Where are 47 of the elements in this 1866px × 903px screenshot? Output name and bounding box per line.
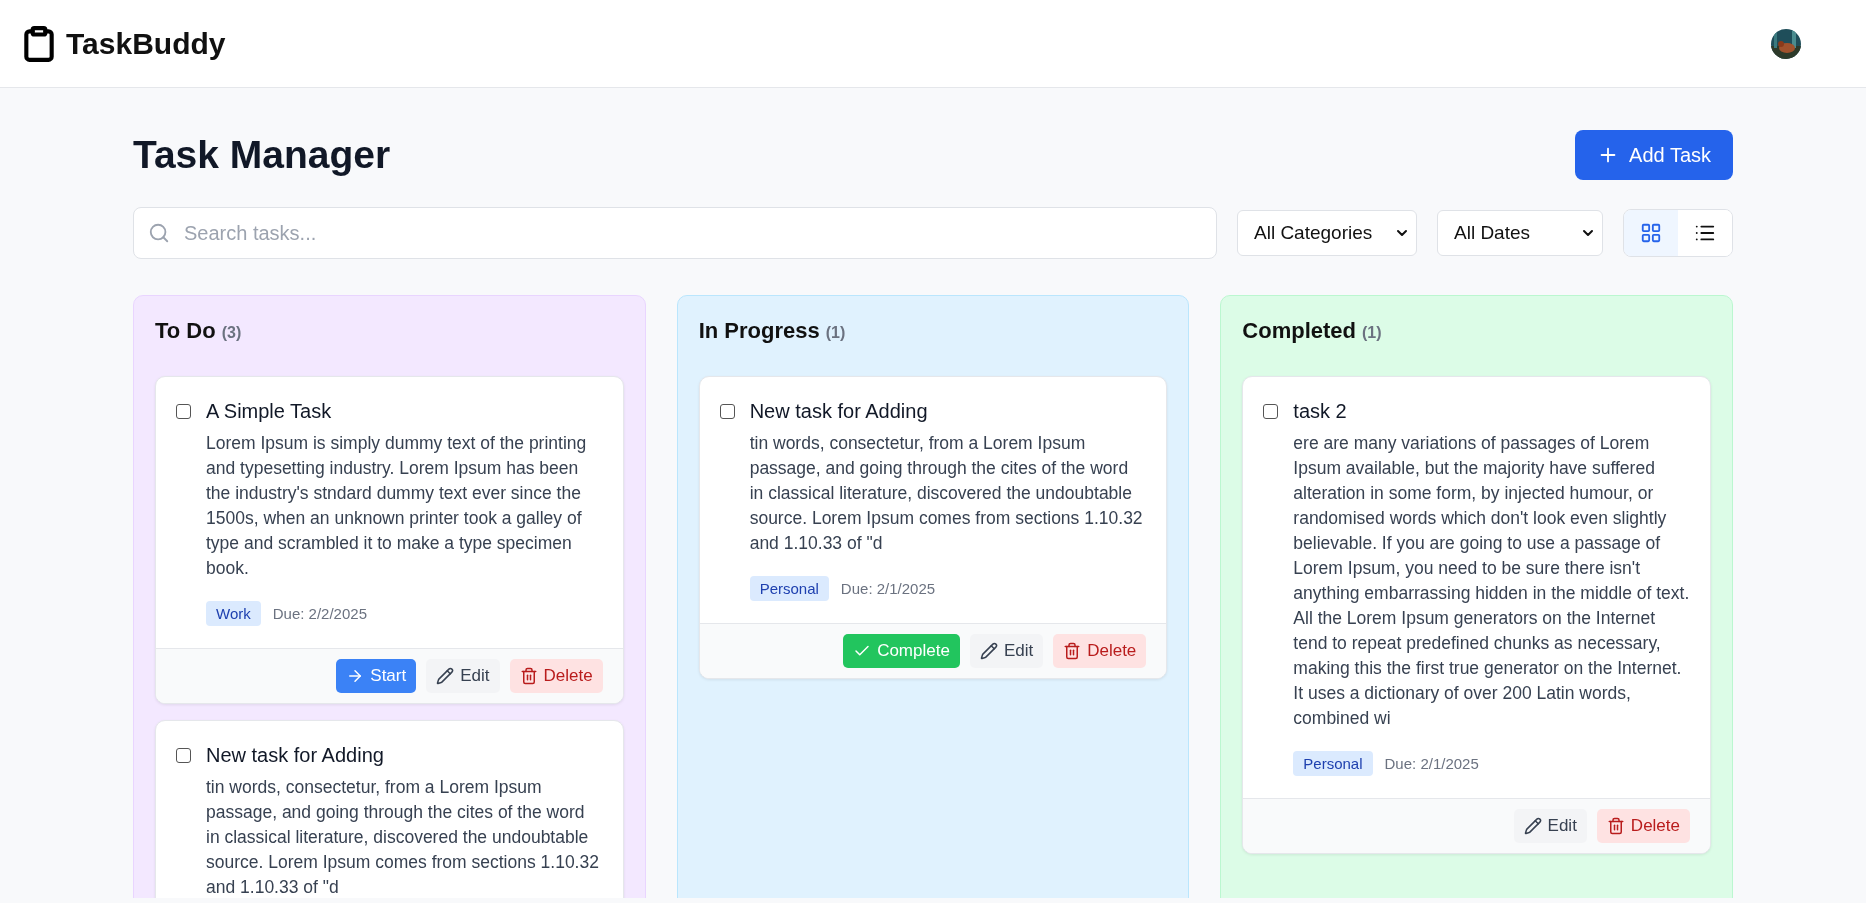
task-description: ere are many variations of passages of Lorem Ipsum available, but the majority have suffered alteration in some form, by injected humour, or randomised words which don't look even slightly believable. If you are going to use a passage of Lorem Ipsum, you need to be sure there isn't anything embarrassing hidden in the middle of text. All the Lorem Ipsum generators on the Internet tend to repeat predefined chunks as necessary, making this the first true generator on the Internet. It uses a dictionary of over 200 Latin words, combined wi bbox=[1293, 432, 1690, 730]
delete-button[interactable]: Delete bbox=[509, 659, 603, 693]
task-description: tin words, consectetur, from a Lorem Ipsum passage, and going through the cites of the word in classical literature, discovered the undoubtable source. Lorem Ipsum comes from sections 1.10.32 and 1.10.33 of "d bbox=[206, 776, 600, 898]
add-task-button[interactable]: Add Task bbox=[1575, 130, 1733, 180]
task-title: New task for Adding bbox=[206, 744, 385, 767]
trash-icon bbox=[1606, 817, 1625, 835]
task-description: Lorem Ipsum is simply dummy text of the printing and typesetting industry. Lorem Ipsum has been the industry's stndard dummy text ever since the 1500s, when an unknown printer took a galley of type and scrambled it to make a type specimen book. bbox=[206, 432, 588, 580]
task-count: (1) bbox=[825, 324, 846, 342]
brand-name: TaskBuddy bbox=[66, 26, 226, 61]
edit-button[interactable]: Edit bbox=[969, 634, 1044, 668]
grid-view-button[interactable] bbox=[1624, 210, 1678, 256]
search-icon bbox=[148, 222, 170, 244]
start-button[interactable]: Start bbox=[336, 659, 417, 693]
due-date: Due: 2/1/2025 bbox=[1384, 755, 1479, 772]
column-title: To Do bbox=[155, 318, 216, 344]
category-tag: Work bbox=[206, 601, 261, 626]
edit-button[interactable]: Edit bbox=[1513, 809, 1587, 843]
due-date: Due: 2/1/2025 bbox=[840, 580, 936, 597]
trash-icon bbox=[519, 667, 538, 685]
task-count: (1) bbox=[1362, 324, 1382, 342]
date-select[interactable]: All Dates bbox=[1437, 210, 1603, 256]
category-tag: Personal bbox=[1293, 751, 1373, 776]
task-title: New task for Adding bbox=[749, 400, 929, 423]
search-field[interactable]: Search tasks... bbox=[133, 207, 1217, 259]
grid-icon bbox=[1640, 222, 1662, 244]
pencil-icon bbox=[1523, 817, 1542, 835]
task-checkbox[interactable] bbox=[719, 404, 735, 419]
delete-button[interactable]: Delete bbox=[1053, 634, 1147, 668]
column-title: In Progress bbox=[698, 318, 820, 344]
avatar[interactable] bbox=[1770, 27, 1802, 60]
trash-icon bbox=[1063, 642, 1082, 660]
task-title: task 2 bbox=[1293, 400, 1348, 423]
task-checkbox[interactable] bbox=[1263, 404, 1279, 419]
pencil-icon bbox=[979, 642, 998, 660]
task-description: tin words, consectetur, from a Lorem Ipsum passage, and going through the cites of the word in classical literature, discovered the undoubtable source. Lorem Ipsum comes from sections 1.10.32 and 1.10.33 of "d bbox=[749, 432, 1144, 555]
delete-button[interactable]: Delete bbox=[1596, 809, 1690, 843]
task-count: (3) bbox=[221, 324, 242, 342]
pencil-icon bbox=[436, 667, 455, 685]
edit-button[interactable]: Edit bbox=[426, 659, 500, 693]
task-checkbox[interactable] bbox=[176, 748, 191, 763]
category-tag: Personal bbox=[749, 576, 829, 601]
due-date: Due: 2/2/2025 bbox=[272, 605, 367, 622]
page-title: Task Manager bbox=[133, 133, 391, 177]
column-title: Completed bbox=[1242, 318, 1356, 344]
task-checkbox[interactable] bbox=[176, 404, 191, 419]
category-select[interactable]: All Categories bbox=[1237, 210, 1417, 256]
task-title: A Simple Task bbox=[206, 400, 333, 423]
